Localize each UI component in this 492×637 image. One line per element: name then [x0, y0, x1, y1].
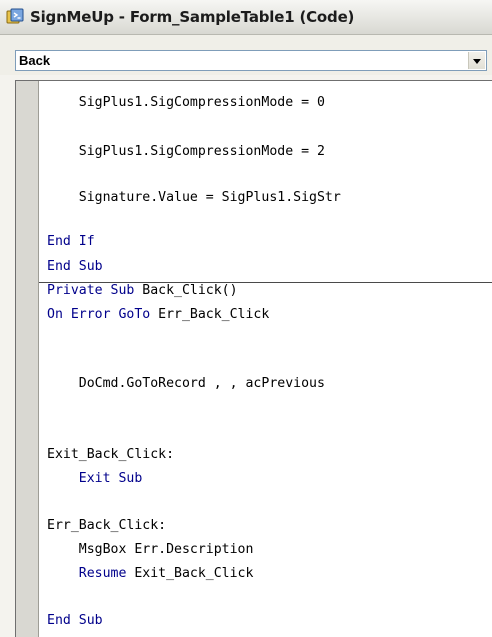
code-editor[interactable]: SigPlus1.SigCompressionMode = 0 SigPlus1…	[39, 81, 492, 637]
code-line[interactable]: End Sub	[47, 612, 103, 630]
title-bar[interactable]: SignMeUp - Form_SampleTable1 (Code)	[0, 0, 492, 35]
procedure-bar: Back	[0, 35, 492, 75]
code-line[interactable]: End If	[47, 233, 95, 251]
code-line[interactable]: Signature.Value = SigPlus1.SigStr	[47, 189, 341, 207]
code-line[interactable]: MsgBox Err.Description	[47, 541, 254, 559]
code-pane[interactable]: SigPlus1.SigCompressionMode = 0 SigPlus1…	[15, 80, 492, 637]
dropdown-button[interactable]	[468, 52, 485, 69]
procedure-dropdown-value: Back	[19, 53, 51, 68]
code-line[interactable]: Exit_Back_Click:	[47, 446, 174, 464]
window-title: SignMeUp - Form_SampleTable1 (Code)	[30, 8, 355, 26]
code-line[interactable]: DoCmd.GoToRecord , , acPrevious	[47, 375, 325, 393]
code-line[interactable]: On Error GoTo Err_Back_Click	[47, 306, 269, 324]
code-line[interactable]: End Sub	[47, 258, 103, 276]
chevron-down-icon	[473, 59, 481, 64]
vba-code-window: SignMeUp - Form_SampleTable1 (Code) Back…	[0, 0, 492, 637]
code-line[interactable]: Resume Exit_Back_Click	[47, 565, 254, 583]
code-line[interactable]: Err_Back_Click:	[47, 517, 166, 535]
code-line[interactable]: SigPlus1.SigCompressionMode = 0	[47, 94, 325, 112]
margin-indicator-bar[interactable]	[16, 81, 39, 637]
code-line[interactable]: Exit Sub	[47, 470, 143, 488]
procedure-dropdown[interactable]: Back	[15, 50, 487, 71]
code-line[interactable]: SigPlus1.SigCompressionMode = 2	[47, 143, 325, 161]
code-window-icon	[6, 8, 24, 26]
code-line[interactable]: Private Sub Back_Click()	[47, 282, 238, 300]
